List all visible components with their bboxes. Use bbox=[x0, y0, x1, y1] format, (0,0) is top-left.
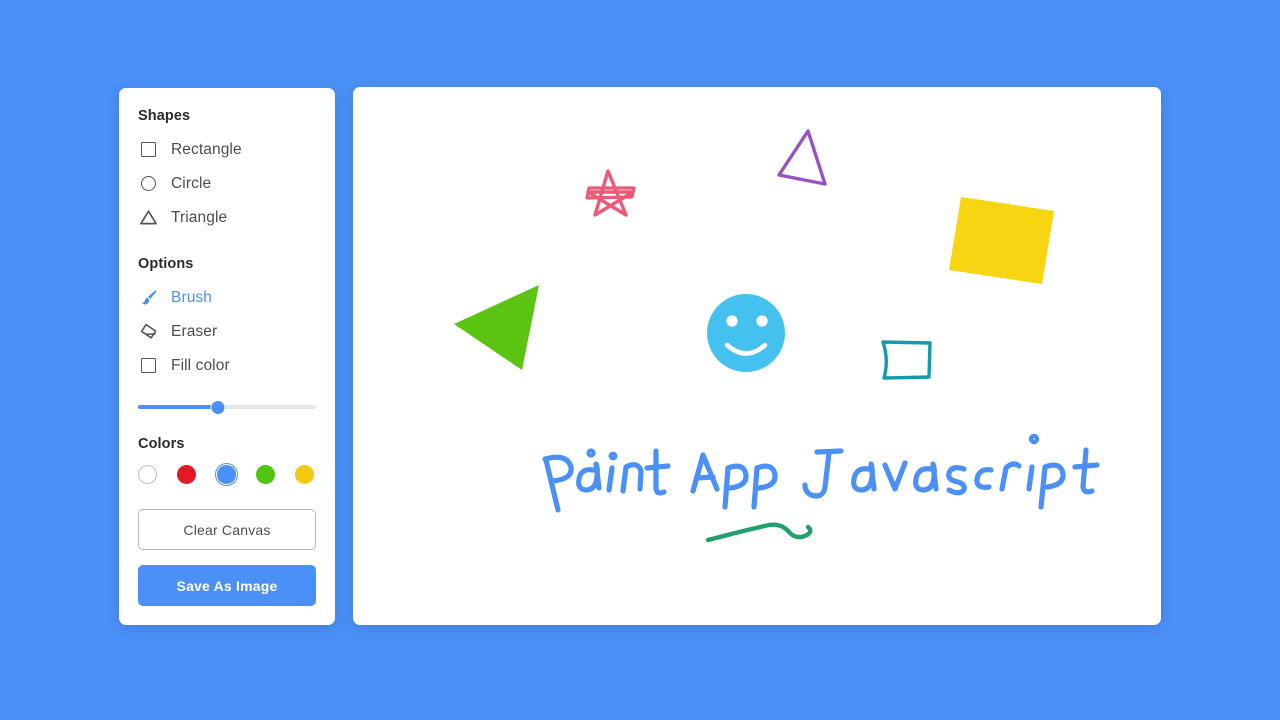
drawing-yellow-rectangle bbox=[949, 197, 1054, 284]
checkbox-icon bbox=[138, 355, 159, 376]
color-swatch-red[interactable] bbox=[177, 464, 197, 484]
color-swatch-yellow[interactable] bbox=[295, 464, 314, 484]
shape-option-triangle[interactable]: Triangle bbox=[138, 200, 316, 234]
options-section-title: Options bbox=[138, 256, 194, 272]
drawing-green-squiggle bbox=[705, 522, 813, 543]
drawing-smiley-face bbox=[707, 294, 785, 372]
brush-size-slider[interactable] bbox=[138, 396, 316, 418]
drawing-purple-triangle bbox=[777, 129, 827, 186]
drawing-star bbox=[585, 169, 636, 217]
shape-option-rectangle-label: Rectangle bbox=[171, 140, 242, 158]
paint-app: Shapes Rectangle Circle Triangle Options bbox=[0, 0, 1280, 720]
square-icon bbox=[138, 139, 159, 160]
option-eraser-label: Eraser bbox=[171, 322, 218, 340]
triangle-icon bbox=[138, 207, 159, 228]
clear-canvas-button[interactable]: Clear Canvas bbox=[138, 509, 316, 550]
option-brush-label: Brush bbox=[171, 288, 212, 306]
shape-option-circle-label: Circle bbox=[171, 174, 212, 192]
color-swatch-white[interactable] bbox=[138, 464, 157, 484]
toolbar-panel: Shapes Rectangle Circle Triangle Options bbox=[119, 88, 335, 625]
option-fill-color-label: Fill color bbox=[171, 356, 230, 374]
brush-icon bbox=[138, 287, 159, 308]
color-swatch-blue[interactable] bbox=[214, 462, 238, 486]
drawing-green-triangle bbox=[454, 285, 539, 370]
colors-section-title: Colors bbox=[138, 436, 185, 452]
color-swatch-green[interactable] bbox=[255, 464, 275, 484]
option-brush[interactable]: Brush bbox=[138, 280, 316, 314]
drawing-teal-rectangle bbox=[881, 340, 932, 380]
option-eraser[interactable]: Eraser bbox=[138, 314, 316, 348]
drawing-handwritten-text bbox=[542, 433, 1100, 513]
eraser-icon bbox=[138, 321, 159, 342]
shape-option-triangle-label: Triangle bbox=[171, 208, 228, 226]
slider-fill bbox=[138, 405, 219, 409]
save-as-image-button[interactable]: Save As Image bbox=[138, 565, 316, 606]
color-swatch-list bbox=[138, 460, 316, 488]
slider-thumb[interactable] bbox=[211, 400, 225, 414]
shape-option-circle[interactable]: Circle bbox=[138, 166, 316, 200]
canvas-artwork bbox=[454, 129, 1100, 543]
drawing-canvas[interactable] bbox=[353, 87, 1161, 625]
option-fill-color[interactable]: Fill color bbox=[138, 348, 316, 382]
shape-option-rectangle[interactable]: Rectangle bbox=[138, 132, 316, 166]
circle-icon bbox=[138, 173, 159, 194]
shapes-section-title: Shapes bbox=[138, 108, 191, 124]
